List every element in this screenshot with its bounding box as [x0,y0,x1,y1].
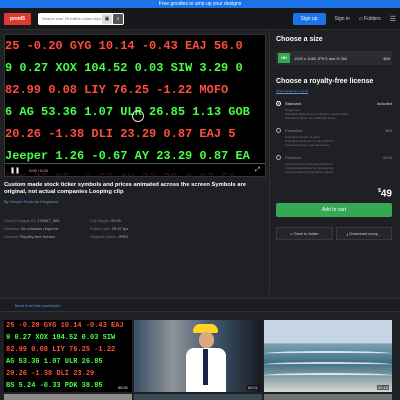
partial-thumbnail[interactable] [134,394,262,400]
purchase-panel: Choose a size HD 1920 x 1080 JPEG and H.… [269,30,400,295]
metadata-item: Stock Footage ID: 176047_365 [4,218,60,223]
image-search-icon[interactable]: ▣ [102,13,112,24]
mouse-cursor-icon [132,110,144,122]
search-icon[interactable]: ⌕ [113,13,123,24]
search-bar: ▣ ⌕ [38,12,124,25]
license-description: Unlimited users and indemnification Unli… [285,162,335,174]
clip-title: Custom made stock ticker symbols and pri… [4,182,246,195]
license-help-link[interactable]: What license do I need? [276,89,392,93]
hd-size-option[interactable]: HD 1920 x 1080 JPEG and H.264 $49 [276,51,392,65]
clip-contributor: By Vesper Stock for Kingsland [4,199,266,204]
license-standard[interactable]: Standard Single user Standard distributi… [276,101,392,120]
video-time: 0:00 / 0:20 [29,167,48,173]
fullscreen-icon[interactable]: ⤢ [255,167,260,174]
metadata-item: Release: No releases required [4,226,59,231]
top-navigation: pond5 ▣ ⌕ Sign up Sign in ▱ Folders ☰ [0,8,400,30]
ticker-row: 25 -0.20 GYG 10.14 -0.43 EAJ 56.0 [5,39,243,53]
clip-thumbnail-worker[interactable]: 00:21 [134,320,262,392]
worker-head-image [199,332,214,348]
wave-image [264,351,392,356]
video-controls: ❚❚ 0:00 / 0:20 ⤢ [5,164,265,176]
clip-metadata: Stock Footage ID: 176047_365 Clip length… [4,218,266,239]
folders-label: Folders [364,15,381,22]
license-description: Unlimited number of users Unlimited dist… [285,135,335,147]
license-price: $99 [385,128,392,133]
contributor-clips: 25 -0.20 GYG 10.14 -0.43 EAJ 9 0.27 XOX … [0,312,400,392]
license-radio[interactable] [276,128,281,133]
license-extended[interactable]: Extended Unlimited number of users Unlim… [276,128,392,147]
metadata-item: Clip length: 00:31 [90,218,122,223]
folders-link[interactable]: ▱ Folders [359,16,381,22]
video-player[interactable]: 25 -0.20 GYG 10.14 -0.43 EAJ 56.0 9 0.27 … [4,34,266,177]
chevron-down-icon: ⌄ [378,231,382,237]
size-label: 1920 x 1080 JPEG and H.264 [294,55,348,61]
license-radio[interactable] [276,155,281,160]
ticker-row: 20.26 -1.38 DLI 23.29 0.87 EAJ 5 [5,127,236,141]
site-logo[interactable]: pond5 [4,12,31,25]
metadata-item: Original codec: JPEG [90,234,129,239]
size-price: $49 [383,55,390,61]
secondary-actions: ▱ Save to folder ⤓ Download comp ⌄ [276,227,392,241]
menu-icon[interactable]: ☰ [390,15,396,23]
next-thumbnail-row [0,392,400,400]
license-name: Premium [285,155,302,160]
play-pause-icon[interactable]: ❚❚ [10,167,20,174]
clip-thumbnail-ocean[interactable]: 00:15 [264,320,392,392]
ticker-row: 82.99 0.08 LIY 76.25 -1.22 MOFO [5,83,229,97]
clip-duration: 00:31 [116,385,129,390]
collection-link[interactable]: Kingsland [40,199,58,204]
sign-in-link[interactable]: Sign in [335,16,350,22]
license-price: $199 [383,155,392,160]
ticker-row: 9 0.27 XOX 104.52 0.03 SIW 3.29 0 [5,61,243,75]
sign-up-button[interactable]: Sign up [292,12,326,25]
wave-image [264,362,392,367]
partial-thumbnail[interactable] [264,394,392,400]
worker-tie-image [203,349,208,385]
license-price: Included [376,101,392,106]
add-to-cart-button[interactable]: Add to cart [276,203,392,218]
hd-badge: HD [278,53,290,63]
wave-image [264,373,392,378]
mini-ticker-image: 25 -0.20 GYG 10.14 -0.43 EAJ 9 0.27 XOX … [4,320,132,392]
product-page: 25 -0.20 GYG 10.14 -0.43 EAJ 56.0 9 0.27 … [0,30,400,295]
total-price: $49 [378,188,392,200]
download-comp-button[interactable]: ⤓ Download comp ⌄ [335,227,392,241]
license-description: Single user Standard distribution on web… [285,108,349,120]
license-premium[interactable]: Premium Unlimited users and indemnificat… [276,155,392,174]
license-radio-selected[interactable] [276,101,281,106]
metadata-item: License: Royalty-free license [4,234,56,239]
contributor-for: for [34,199,40,204]
contributor-link[interactable]: Vesper Stock [10,199,34,204]
metadata-item: Frame rate: 29.97 fps [90,226,129,231]
clip-duration: 00:21 [246,385,259,390]
contributor-prefix: By [4,199,9,204]
more-from-contributor-tab[interactable]: More from this contributor [0,298,400,312]
clip-duration: 00:15 [376,385,389,390]
search-input[interactable] [38,13,102,24]
stock-ticker-video: 25 -0.20 GYG 10.14 -0.43 EAJ 56.0 9 0.27 … [5,35,265,176]
save-to-folder-button[interactable]: ▱ Save to folder [276,227,333,241]
partial-thumbnail[interactable] [4,394,132,400]
license-heading: Choose a royalty-free license [276,78,374,85]
promo-bar[interactable]: Free goodies to amp up your designs [0,0,400,8]
license-name: Extended [285,128,302,133]
size-heading: Choose a size [276,36,323,43]
clip-thumbnail-stock-ticker[interactable]: 25 -0.20 GYG 10.14 -0.43 EAJ 9 0.27 XOX … [4,320,132,392]
clip-preview-column: 25 -0.20 GYG 10.14 -0.43 EAJ 56.0 9 0.27 … [0,30,269,295]
